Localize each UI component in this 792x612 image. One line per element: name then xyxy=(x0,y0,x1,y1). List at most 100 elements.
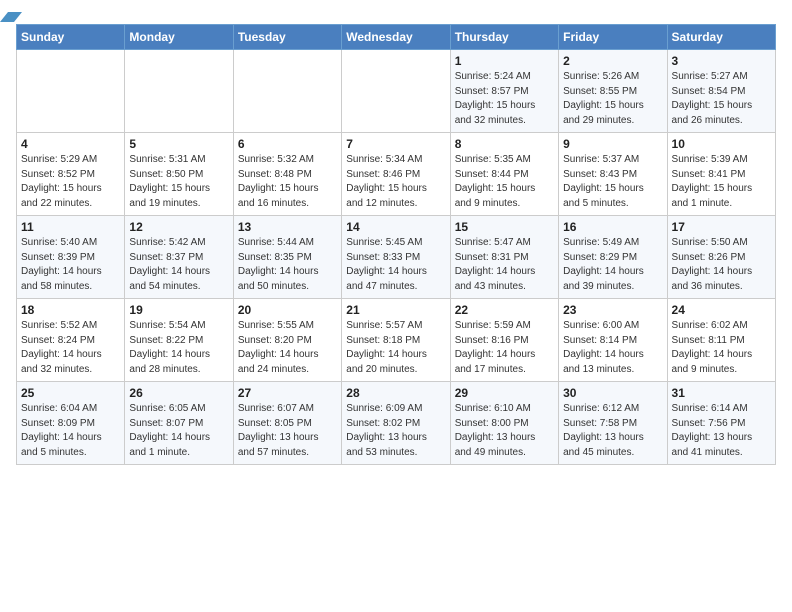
day-number: 9 xyxy=(563,137,662,151)
day-info: Sunrise: 5:52 AMSunset: 8:24 PMDaylight:… xyxy=(21,319,120,377)
calendar-table: SundayMondayTuesdayWednesdayThursdayFrid… xyxy=(16,24,776,465)
col-header-monday: Monday xyxy=(125,25,233,50)
day-number: 17 xyxy=(672,220,771,234)
day-info: Sunrise: 6:09 AMSunset: 8:02 PMDaylight:… xyxy=(346,402,445,460)
day-number: 3 xyxy=(672,54,771,68)
day-info: Sunrise: 5:32 AMSunset: 8:48 PMDaylight:… xyxy=(238,153,337,211)
day-number: 23 xyxy=(563,303,662,317)
calendar-cell: 23 Sunrise: 6:00 AMSunset: 8:14 PMDayligh… xyxy=(559,299,667,382)
day-info: Sunrise: 6:02 AMSunset: 8:11 PMDaylight:… xyxy=(672,319,771,377)
calendar-cell: 16 Sunrise: 5:49 AMSunset: 8:29 PMDayligh… xyxy=(559,216,667,299)
day-number: 7 xyxy=(346,137,445,151)
calendar-cell: 12 Sunrise: 5:42 AMSunset: 8:37 PMDayligh… xyxy=(125,216,233,299)
calendar-week-row: 25Sunrise: 6:04 AMSunset: 8:09 PMDayligh… xyxy=(17,382,776,465)
day-number: 18 xyxy=(21,303,120,317)
day-number: 2 xyxy=(563,54,662,68)
calendar-cell: 26Sunrise: 6:05 AMSunset: 8:07 PMDayligh… xyxy=(125,382,233,465)
day-info: Sunrise: 5:34 AMSunset: 8:46 PMDaylight:… xyxy=(346,153,445,211)
col-header-wednesday: Wednesday xyxy=(342,25,450,50)
day-number: 28 xyxy=(346,386,445,400)
day-info: Sunrise: 5:27 AMSunset: 8:54 PMDaylight:… xyxy=(672,70,771,128)
calendar-cell: 29 Sunrise: 6:10 AMSunset: 8:00 PMDayligh… xyxy=(450,382,558,465)
day-number: 13 xyxy=(238,220,337,234)
calendar-cell: 30 Sunrise: 6:12 AMSunset: 7:58 PMDayligh… xyxy=(559,382,667,465)
day-number: 5 xyxy=(129,137,228,151)
day-info: Sunrise: 5:29 AMSunset: 8:52 PMDaylight:… xyxy=(21,153,120,211)
day-info: Sunrise: 5:57 AMSunset: 8:18 PMDaylight:… xyxy=(346,319,445,377)
day-number: 30 xyxy=(563,386,662,400)
calendar-cell: 24 Sunrise: 6:02 AMSunset: 8:11 PMDayligh… xyxy=(667,299,775,382)
calendar-cell: 31Sunrise: 6:14 AMSunset: 7:56 PMDayligh… xyxy=(667,382,775,465)
calendar-cell: 4 Sunrise: 5:29 AMSunset: 8:52 PMDaylight… xyxy=(17,133,125,216)
day-number: 29 xyxy=(455,386,554,400)
calendar-cell: 14 Sunrise: 5:45 AMSunset: 8:33 PMDayligh… xyxy=(342,216,450,299)
day-number: 4 xyxy=(21,137,120,151)
day-number: 22 xyxy=(455,303,554,317)
calendar-cell: 10 Sunrise: 5:39 AMSunset: 8:41 PMDayligh… xyxy=(667,133,775,216)
calendar-cell: 13 Sunrise: 5:44 AMSunset: 8:35 PMDayligh… xyxy=(233,216,341,299)
calendar-cell: 25Sunrise: 6:04 AMSunset: 8:09 PMDayligh… xyxy=(17,382,125,465)
calendar-cell: 2 Sunrise: 5:26 AMSunset: 8:55 PMDaylight… xyxy=(559,50,667,133)
day-number: 15 xyxy=(455,220,554,234)
day-info: Sunrise: 5:39 AMSunset: 8:41 PMDaylight:… xyxy=(672,153,771,211)
day-number: 12 xyxy=(129,220,228,234)
calendar-week-row: 4 Sunrise: 5:29 AMSunset: 8:52 PMDaylight… xyxy=(17,133,776,216)
day-number: 25 xyxy=(21,386,120,400)
calendar-cell: 22 Sunrise: 5:59 AMSunset: 8:16 PMDayligh… xyxy=(450,299,558,382)
col-header-thursday: Thursday xyxy=(450,25,558,50)
calendar-cell: 1 Sunrise: 5:24 AMSunset: 8:57 PMDaylight… xyxy=(450,50,558,133)
day-number: 10 xyxy=(672,137,771,151)
logo-wing-icon xyxy=(0,12,22,22)
col-header-tuesday: Tuesday xyxy=(233,25,341,50)
day-info: Sunrise: 5:40 AMSunset: 8:39 PMDaylight:… xyxy=(21,236,120,294)
day-info: Sunrise: 5:59 AMSunset: 8:16 PMDaylight:… xyxy=(455,319,554,377)
calendar-cell: 27 Sunrise: 6:07 AMSunset: 8:05 PMDayligh… xyxy=(233,382,341,465)
day-info: Sunrise: 6:12 AMSunset: 7:58 PMDaylight:… xyxy=(563,402,662,460)
calendar-cell: 19 Sunrise: 5:54 AMSunset: 8:22 PMDayligh… xyxy=(125,299,233,382)
calendar-header-row: SundayMondayTuesdayWednesdayThursdayFrid… xyxy=(17,25,776,50)
calendar-week-row: 1 Sunrise: 5:24 AMSunset: 8:57 PMDaylight… xyxy=(17,50,776,133)
day-info: Sunrise: 6:14 AMSunset: 7:56 PMDaylight:… xyxy=(672,402,771,460)
calendar-cell xyxy=(233,50,341,133)
calendar-cell xyxy=(17,50,125,133)
calendar-cell: 8 Sunrise: 5:35 AMSunset: 8:44 PMDaylight… xyxy=(450,133,558,216)
day-info: Sunrise: 5:35 AMSunset: 8:44 PMDaylight:… xyxy=(455,153,554,211)
day-info: Sunrise: 6:07 AMSunset: 8:05 PMDaylight:… xyxy=(238,402,337,460)
day-number: 24 xyxy=(672,303,771,317)
col-header-friday: Friday xyxy=(559,25,667,50)
day-info: Sunrise: 5:44 AMSunset: 8:35 PMDaylight:… xyxy=(238,236,337,294)
day-info: Sunrise: 5:50 AMSunset: 8:26 PMDaylight:… xyxy=(672,236,771,294)
day-info: Sunrise: 5:49 AMSunset: 8:29 PMDaylight:… xyxy=(563,236,662,294)
calendar-week-row: 18 Sunrise: 5:52 AMSunset: 8:24 PMDayligh… xyxy=(17,299,776,382)
day-number: 1 xyxy=(455,54,554,68)
day-number: 11 xyxy=(21,220,120,234)
col-header-saturday: Saturday xyxy=(667,25,775,50)
calendar-cell: 18 Sunrise: 5:52 AMSunset: 8:24 PMDayligh… xyxy=(17,299,125,382)
day-number: 27 xyxy=(238,386,337,400)
calendar-cell: 20 Sunrise: 5:55 AMSunset: 8:20 PMDayligh… xyxy=(233,299,341,382)
day-number: 14 xyxy=(346,220,445,234)
day-info: Sunrise: 6:05 AMSunset: 8:07 PMDaylight:… xyxy=(129,402,228,460)
day-info: Sunrise: 5:54 AMSunset: 8:22 PMDaylight:… xyxy=(129,319,228,377)
day-number: 6 xyxy=(238,137,337,151)
calendar-cell xyxy=(125,50,233,133)
day-info: Sunrise: 5:31 AMSunset: 8:50 PMDaylight:… xyxy=(129,153,228,211)
col-header-sunday: Sunday xyxy=(17,25,125,50)
day-info: Sunrise: 5:26 AMSunset: 8:55 PMDaylight:… xyxy=(563,70,662,128)
calendar-cell: 28 Sunrise: 6:09 AMSunset: 8:02 PMDayligh… xyxy=(342,382,450,465)
calendar-cell: 11 Sunrise: 5:40 AMSunset: 8:39 PMDayligh… xyxy=(17,216,125,299)
day-info: Sunrise: 6:00 AMSunset: 8:14 PMDaylight:… xyxy=(563,319,662,377)
calendar-week-row: 11 Sunrise: 5:40 AMSunset: 8:39 PMDayligh… xyxy=(17,216,776,299)
day-info: Sunrise: 5:45 AMSunset: 8:33 PMDaylight:… xyxy=(346,236,445,294)
day-number: 8 xyxy=(455,137,554,151)
calendar-cell: 5 Sunrise: 5:31 AMSunset: 8:50 PMDaylight… xyxy=(125,133,233,216)
day-number: 20 xyxy=(238,303,337,317)
day-info: Sunrise: 5:24 AMSunset: 8:57 PMDaylight:… xyxy=(455,70,554,128)
day-number: 16 xyxy=(563,220,662,234)
day-info: Sunrise: 5:42 AMSunset: 8:37 PMDaylight:… xyxy=(129,236,228,294)
day-info: Sunrise: 5:37 AMSunset: 8:43 PMDaylight:… xyxy=(563,153,662,211)
day-info: Sunrise: 6:10 AMSunset: 8:00 PMDaylight:… xyxy=(455,402,554,460)
day-info: Sunrise: 5:55 AMSunset: 8:20 PMDaylight:… xyxy=(238,319,337,377)
day-number: 19 xyxy=(129,303,228,317)
calendar-cell xyxy=(342,50,450,133)
